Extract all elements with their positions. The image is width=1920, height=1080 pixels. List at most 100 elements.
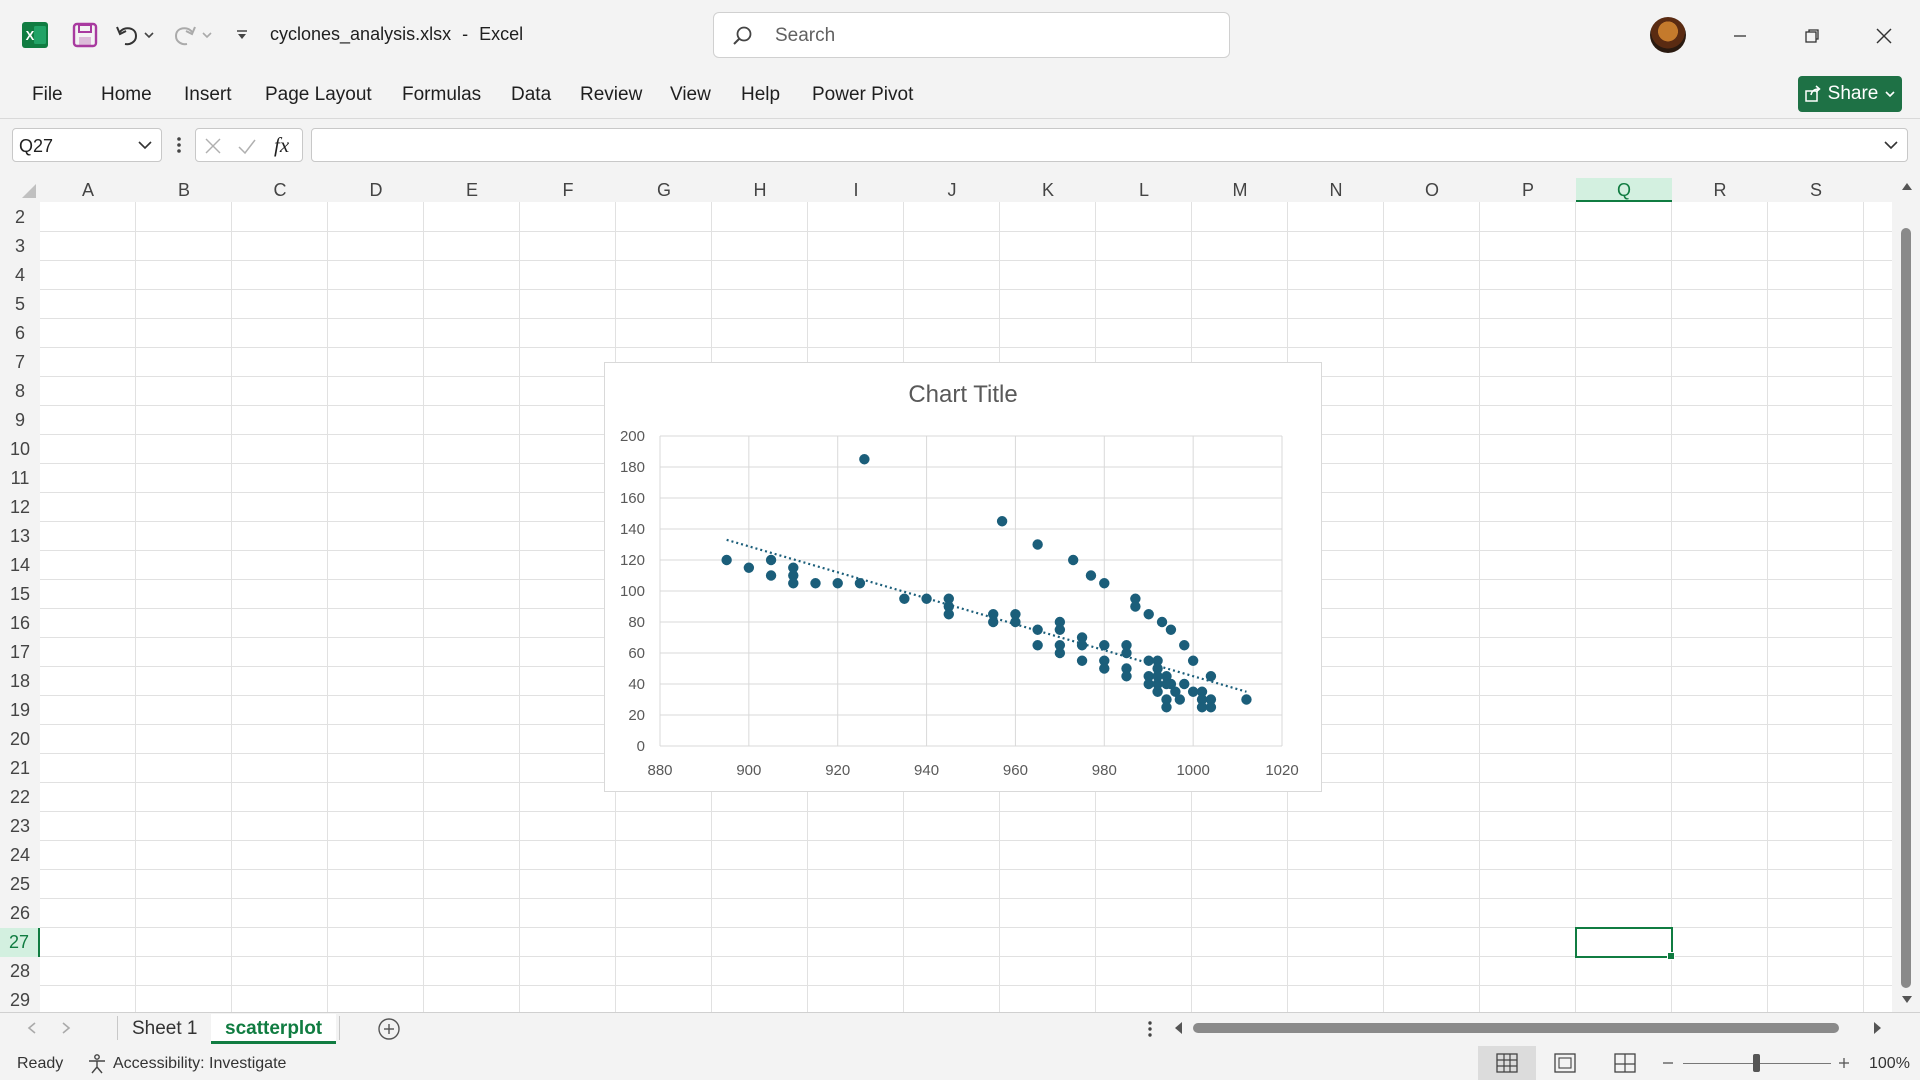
row-header-7[interactable]: 7 — [0, 348, 40, 377]
column-header-h[interactable]: H — [712, 178, 808, 202]
redo-dropdown-icon[interactable] — [200, 26, 214, 44]
column-header-l[interactable]: L — [1096, 178, 1192, 202]
column-header-i[interactable]: I — [808, 178, 904, 202]
accessibility-icon[interactable] — [86, 1053, 108, 1075]
tab-formulas[interactable]: Formulas — [402, 84, 481, 106]
scroll-up-icon[interactable] — [1900, 180, 1914, 192]
column-header-k[interactable]: K — [1000, 178, 1096, 202]
expand-formula-icon[interactable] — [1883, 139, 1899, 151]
insert-function-button[interactable]: fx — [274, 133, 289, 158]
scroll-right-icon[interactable] — [1872, 1020, 1884, 1036]
horizontal-scroll-thumb[interactable] — [1193, 1023, 1839, 1033]
restore-icon[interactable] — [1792, 16, 1832, 56]
next-sheet-icon[interactable] — [60, 1021, 72, 1035]
row-header-18[interactable]: 18 — [0, 667, 40, 696]
formula-input[interactable] — [311, 128, 1908, 162]
tab-power-pivot[interactable]: Power Pivot — [812, 84, 913, 106]
column-header-q[interactable]: Q — [1576, 178, 1672, 202]
redo-icon[interactable] — [170, 20, 200, 50]
row-header-9[interactable]: 9 — [0, 406, 40, 435]
sheet-tab-scatterplot[interactable]: scatterplot — [211, 1014, 337, 1044]
minimize-icon[interactable] — [1720, 16, 1760, 56]
page-layout-view-icon[interactable] — [1554, 1053, 1576, 1073]
tab-page-layout[interactable]: Page Layout — [265, 84, 372, 106]
tab-data[interactable]: Data — [511, 84, 551, 106]
row-header-8[interactable]: 8 — [0, 377, 40, 406]
column-header-a[interactable]: A — [40, 178, 136, 202]
row-header-29[interactable]: 29 — [0, 986, 40, 1015]
prev-sheet-icon[interactable] — [26, 1021, 38, 1035]
row-header-10[interactable]: 10 — [0, 435, 40, 464]
column-header-e[interactable]: E — [424, 178, 520, 202]
scroll-down-icon[interactable] — [1900, 994, 1914, 1006]
row-header-5[interactable]: 5 — [0, 290, 40, 319]
row-header-23[interactable]: 23 — [0, 812, 40, 841]
tab-help[interactable]: Help — [741, 84, 780, 106]
share-button[interactable]: Share — [1798, 76, 1902, 112]
fill-handle[interactable] — [1667, 952, 1675, 960]
zoom-level[interactable]: 100% — [1869, 1055, 1910, 1073]
page-break-view-icon[interactable] — [1614, 1053, 1636, 1073]
row-header-24[interactable]: 24 — [0, 841, 40, 870]
column-header-p[interactable]: P — [1480, 178, 1576, 202]
sheet-options-icon[interactable] — [1146, 1018, 1154, 1040]
row-header-21[interactable]: 21 — [0, 754, 40, 783]
scroll-left-icon[interactable] — [1172, 1020, 1184, 1036]
zoom-in-icon[interactable] — [1837, 1056, 1851, 1070]
row-header-16[interactable]: 16 — [0, 609, 40, 638]
row-header-3[interactable]: 3 — [0, 232, 40, 261]
vertical-scroll-thumb[interactable] — [1901, 228, 1911, 988]
tab-home[interactable]: Home — [101, 84, 152, 106]
column-header-g[interactable]: G — [616, 178, 712, 202]
column-header-s[interactable]: S — [1768, 178, 1864, 202]
sheet-tab-sheet1[interactable]: Sheet 1 — [118, 1014, 212, 1044]
enter-check-icon[interactable] — [237, 137, 257, 155]
chevron-down-icon[interactable] — [137, 139, 153, 151]
scatter-chart[interactable]: Chart Title 0 20 40 60 80 100 120 140 160 180 200 8… — [604, 362, 1322, 792]
row-header-26[interactable]: 26 — [0, 899, 40, 928]
column-header-c[interactable]: C — [232, 178, 328, 202]
row-header-4[interactable]: 4 — [0, 261, 40, 290]
row-header-15[interactable]: 15 — [0, 580, 40, 609]
more-options-icon[interactable] — [175, 133, 183, 157]
zoom-slider-thumb[interactable] — [1753, 1054, 1760, 1072]
undo-icon[interactable] — [112, 20, 142, 50]
row-header-11[interactable]: 11 — [0, 464, 40, 493]
select-all-corner[interactable] — [0, 178, 40, 202]
save-icon[interactable] — [70, 20, 100, 50]
search-input[interactable]: Search — [713, 12, 1230, 58]
vertical-scrollbar[interactable] — [1892, 178, 1920, 1012]
customize-toolbar-icon[interactable] — [232, 24, 252, 46]
tab-review[interactable]: Review — [580, 84, 642, 106]
tab-view[interactable]: View — [670, 84, 711, 106]
cancel-icon[interactable] — [204, 137, 222, 155]
column-header-b[interactable]: B — [136, 178, 232, 202]
column-header-m[interactable]: M — [1192, 178, 1288, 202]
column-header-r[interactable]: R — [1672, 178, 1768, 202]
add-sheet-icon[interactable] — [377, 1017, 401, 1041]
row-header-6[interactable]: 6 — [0, 319, 40, 348]
row-header-14[interactable]: 14 — [0, 551, 40, 580]
column-header-d[interactable]: D — [328, 178, 424, 202]
tab-insert[interactable]: Insert — [184, 84, 232, 106]
row-header-20[interactable]: 20 — [0, 725, 40, 754]
selected-cell[interactable] — [1575, 927, 1675, 960]
row-header-25[interactable]: 25 — [0, 870, 40, 899]
column-header-j[interactable]: J — [904, 178, 1000, 202]
accessibility-status[interactable]: Accessibility: Investigate — [113, 1055, 286, 1073]
close-icon[interactable] — [1864, 16, 1904, 56]
row-header-28[interactable]: 28 — [0, 957, 40, 986]
row-header-17[interactable]: 17 — [0, 638, 40, 667]
undo-dropdown-icon[interactable] — [142, 26, 156, 44]
user-avatar[interactable] — [1650, 17, 1686, 53]
zoom-out-icon[interactable] — [1661, 1056, 1675, 1070]
column-header-f[interactable]: F — [520, 178, 616, 202]
row-header-12[interactable]: 12 — [0, 493, 40, 522]
row-header-13[interactable]: 13 — [0, 522, 40, 551]
column-header-n[interactable]: N — [1288, 178, 1384, 202]
column-header-o[interactable]: O — [1384, 178, 1480, 202]
row-header-2[interactable]: 2 — [0, 203, 40, 232]
tab-file[interactable]: File — [32, 84, 63, 106]
normal-view-button[interactable] — [1478, 1046, 1536, 1080]
row-header-22[interactable]: 22 — [0, 783, 40, 812]
